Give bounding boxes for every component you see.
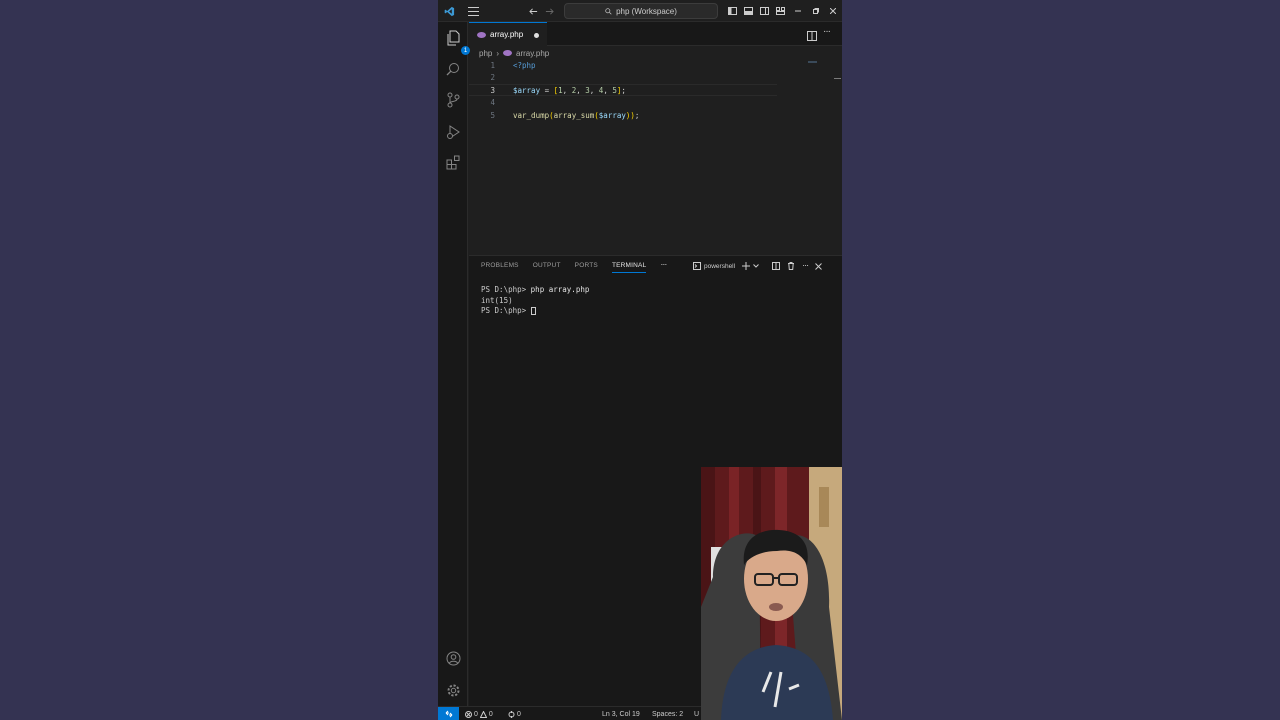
vscode-logo-icon (442, 0, 456, 22)
terminal-icon (693, 262, 701, 270)
terminal-command: php array.php (530, 285, 590, 294)
customize-layout-icon[interactable] (774, 0, 786, 22)
webcam-overlay (701, 467, 842, 720)
command-center-label: php (Workspace) (616, 6, 677, 16)
trash-icon[interactable] (787, 262, 795, 270)
terminal-prompt: PS D:\php> (481, 306, 531, 315)
back-arrow-icon[interactable] (526, 0, 540, 22)
command-center-search[interactable]: php (Workspace) (564, 3, 718, 19)
line-number: 2 (490, 72, 495, 82)
tab-ports[interactable]: PORTS (575, 262, 598, 273)
terminal-more-icon[interactable]: ··· (802, 260, 809, 270)
indentation-status[interactable]: Spaces: 2 (652, 707, 683, 720)
title-bar: php (Workspace) (438, 0, 842, 22)
terminal-result: int(15) (481, 295, 513, 305)
cursor-position[interactable]: Ln 3, Col 19 (602, 707, 640, 720)
ports-count: 0 (517, 710, 521, 718)
problems-status[interactable]: 0 0 (465, 707, 493, 720)
close-panel-icon[interactable] (815, 262, 822, 270)
breadcrumb-folder[interactable]: php (479, 49, 492, 58)
add-terminal-icon[interactable] (742, 262, 751, 270)
chevron-down-icon[interactable] (753, 263, 759, 269)
remote-icon (445, 710, 452, 718)
warning-icon (479, 710, 487, 718)
minimize-icon[interactable] (792, 0, 804, 22)
code-line: 1 <?php (469, 59, 839, 71)
run-debug-icon[interactable] (444, 122, 462, 140)
minimap[interactable] (808, 59, 841, 254)
chevron-right-icon: › (496, 48, 500, 58)
ports-icon (508, 710, 515, 718)
accounts-icon[interactable] (444, 649, 462, 667)
tab-array-php[interactable]: array.php (469, 22, 547, 46)
code-line-current: 3 $array = [1, 2, 3, 4, 5]; (469, 84, 777, 96)
split-editor-icon[interactable] (807, 28, 817, 46)
tab-output[interactable]: OUTPUT (533, 262, 561, 273)
unsaved-dot-icon[interactable] (534, 33, 539, 38)
line-number: 4 (490, 97, 495, 107)
code-text: $array = [1, 2, 3, 4, 5]; (513, 85, 626, 95)
php-file-icon (477, 31, 486, 38)
panel-tabs: PROBLEMS OUTPUT PORTS TERMINAL ··· (481, 259, 667, 273)
toggle-panel-icon[interactable] (742, 0, 754, 22)
code-line: 5 var_dump(array_sum($array)); (469, 109, 839, 121)
explorer-badge: 1 (461, 46, 470, 55)
tab-label: array.php (490, 30, 524, 39)
presenter-photo (701, 467, 842, 720)
menu-icon[interactable] (466, 0, 480, 22)
code-text: var_dump(array_sum($array)); (513, 110, 640, 120)
encoding-status[interactable]: U (694, 707, 699, 720)
toggle-secondary-sidebar-icon[interactable] (758, 0, 770, 22)
panel-actions: powershell ··· (693, 259, 822, 273)
toggle-sidebar-icon[interactable] (726, 0, 738, 22)
split-terminal-icon[interactable] (772, 262, 781, 270)
activity-bar: 1 (438, 22, 470, 706)
remote-indicator[interactable] (438, 707, 459, 720)
breadcrumb: php › array.php (479, 47, 549, 59)
error-icon (465, 710, 472, 718)
code-line: 2 (469, 71, 839, 83)
terminal-cursor (530, 307, 536, 315)
explorer-icon[interactable]: 1 (444, 29, 470, 55)
php-file-icon (503, 50, 513, 56)
tab-terminal[interactable]: TERMINAL (611, 262, 647, 273)
more-actions-icon[interactable]: ··· (823, 26, 831, 37)
search-icon (605, 7, 612, 15)
line-number: 5 (490, 110, 495, 120)
line-number: 3 (490, 85, 495, 95)
source-control-icon[interactable] (444, 91, 462, 109)
warning-count: 0 (488, 710, 493, 718)
close-window-icon[interactable] (827, 0, 839, 22)
terminal-output[interactable]: PS D:\php> php array.php int(15) PS D:\p… (481, 285, 589, 317)
tab-problems[interactable]: PROBLEMS (481, 262, 519, 273)
forward-arrow-icon[interactable] (542, 0, 556, 22)
code-text: <?php (513, 60, 536, 70)
line-number: 1 (490, 60, 495, 70)
restore-icon[interactable] (810, 0, 822, 22)
code-editor[interactable]: 1 <?php 2 3 $array = [1, 2, 3, 4, 5]; 4 … (469, 59, 839, 254)
breadcrumb-file[interactable]: array.php (516, 49, 549, 58)
search-view-icon[interactable] (444, 60, 462, 78)
panel-more-icon[interactable]: ··· (660, 259, 667, 273)
ports-status[interactable]: 0 (508, 707, 521, 720)
settings-gear-icon[interactable] (444, 681, 462, 699)
code-line: 4 (469, 96, 839, 108)
extensions-icon[interactable] (444, 153, 462, 171)
error-count: 0 (474, 710, 478, 718)
shell-label[interactable]: powershell (704, 263, 735, 270)
terminal-prompt: PS D:\php> (481, 285, 531, 294)
editor-tabs: array.php ··· (469, 22, 842, 46)
